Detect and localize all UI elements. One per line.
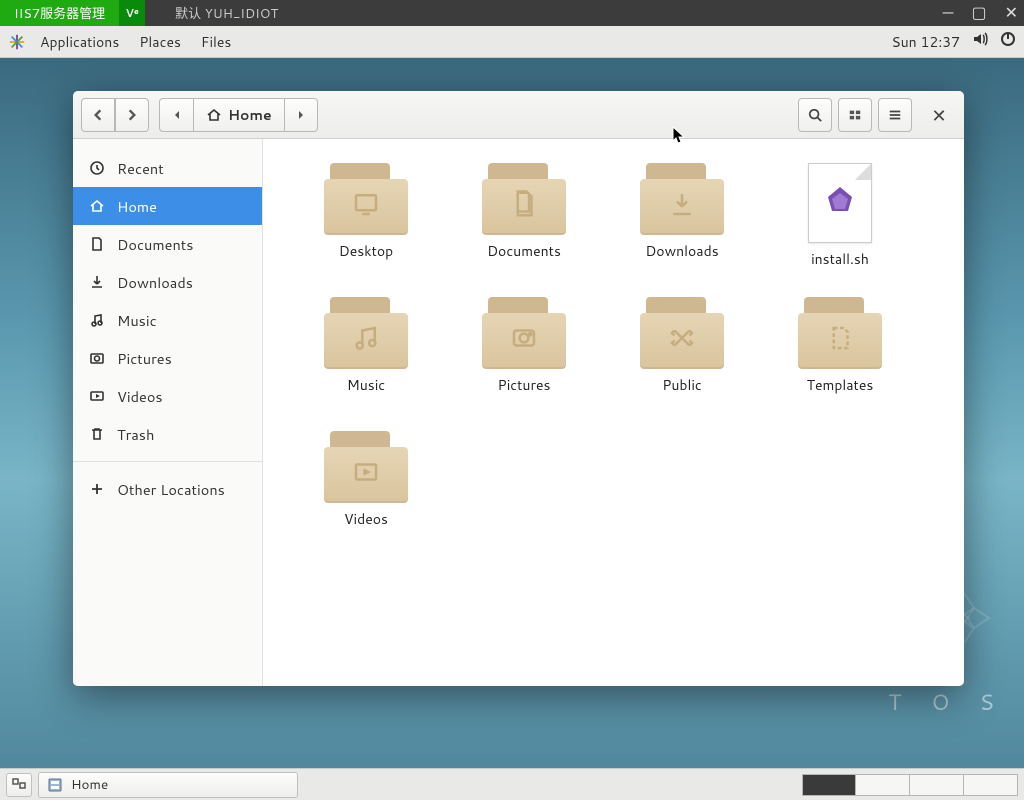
sidebar-item-home[interactable]: Home — [73, 187, 262, 225]
power-icon[interactable] — [1000, 31, 1016, 52]
distro-logo-icon — [8, 33, 26, 51]
vnc-logo-icon: Ve — [119, 0, 145, 26]
sidebar-label: Videos — [117, 386, 163, 407]
distro-brand-text: T O S — [888, 687, 1006, 718]
workspace-4[interactable] — [964, 774, 1018, 796]
folder-icon — [324, 297, 408, 369]
sidebar-item-pictures[interactable]: Pictures — [73, 339, 262, 377]
folder-icon — [482, 297, 566, 369]
workspace-switcher[interactable] — [802, 774, 1018, 796]
sidebar-label: Downloads — [117, 272, 193, 293]
folder-icon — [482, 163, 566, 235]
script-file-icon — [808, 163, 872, 243]
remote-manager-bar: IIS7服务器管理 Ve 默认 YUH_IDIOT — ▢ ✕ — [0, 0, 1024, 26]
folder-icon — [798, 297, 882, 369]
folder-downloads[interactable]: Downloads — [603, 159, 761, 293]
folder-pictures[interactable]: Pictures — [445, 293, 603, 427]
file-manager-content[interactable]: Desktop Documents Downloads — [263, 139, 964, 686]
close-button[interactable]: ✕ — [1005, 5, 1018, 21]
nav-forward-button[interactable] — [115, 98, 149, 132]
minimize-button[interactable]: — — [943, 5, 954, 21]
file-label: Downloads — [645, 241, 718, 261]
folder-desktop[interactable]: Desktop — [287, 159, 445, 293]
sidebar-item-music[interactable]: Music — [73, 301, 262, 339]
iis7-label: IIS7服务器管理 — [0, 0, 119, 26]
folder-public[interactable]: Public — [603, 293, 761, 427]
folder-icon — [640, 163, 724, 235]
file-label: install.sh — [811, 249, 869, 269]
sidebar-label: Music — [117, 310, 157, 331]
sidebar-item-other-locations[interactable]: Other Locations — [73, 470, 262, 508]
file-cabinet-icon — [47, 777, 63, 793]
folder-documents[interactable]: Documents — [445, 159, 603, 293]
sidebar-label: Other Locations — [117, 479, 225, 500]
show-desktop-button[interactable] — [6, 773, 32, 797]
taskbar-item-label: Home — [71, 775, 108, 794]
folder-icon — [640, 297, 724, 369]
file-manager-sidebar: Recent Home Documents Downloads Music — [73, 139, 263, 686]
file-label: Templates — [807, 375, 874, 395]
folder-icon — [324, 163, 408, 235]
sidebar-label: Documents — [117, 234, 193, 255]
workspace-2[interactable] — [856, 774, 910, 796]
remote-window-title: 默认 YUH_IDIOT — [145, 3, 278, 23]
hamburger-menu-button[interactable] — [878, 98, 912, 132]
file-label: Public — [662, 375, 702, 395]
maximize-button[interactable]: ▢ — [971, 5, 986, 21]
applications-menu[interactable]: Applications — [30, 32, 129, 52]
window-close-button[interactable]: ✕ — [922, 98, 956, 132]
file-label: Music — [347, 375, 385, 395]
file-label: Documents — [487, 241, 561, 261]
sidebar-item-documents[interactable]: Documents — [73, 225, 262, 263]
sidebar-label: Pictures — [117, 348, 172, 369]
file-label: Desktop — [339, 241, 393, 261]
folder-videos[interactable]: Videos — [287, 427, 445, 561]
search-button[interactable] — [798, 98, 832, 132]
file-install-sh[interactable]: install.sh — [761, 159, 919, 293]
taskbar-item-home[interactable]: Home — [38, 772, 298, 798]
sidebar-item-videos[interactable]: Videos — [73, 377, 262, 415]
file-manager-toolbar: Home ✕ — [73, 91, 964, 139]
file-manager-window: Home ✕ Recent — [73, 91, 964, 686]
view-toggle-button[interactable] — [838, 98, 872, 132]
desktop[interactable]: T O S Home — [0, 58, 1024, 768]
sidebar-item-recent[interactable]: Recent — [73, 149, 262, 187]
bottom-taskbar: Home — [0, 768, 1024, 800]
folder-music[interactable]: Music — [287, 293, 445, 427]
places-menu[interactable]: Places — [129, 32, 191, 52]
clock[interactable]: Sun 12:37 — [891, 32, 960, 52]
files-menu[interactable]: Files — [191, 32, 241, 52]
nav-back-button[interactable] — [81, 98, 115, 132]
workspace-3[interactable] — [910, 774, 964, 796]
path-home-label: Home — [228, 105, 272, 125]
sidebar-item-trash[interactable]: Trash — [73, 415, 262, 453]
path-prev-button[interactable] — [159, 98, 193, 132]
path-home-button[interactable]: Home — [193, 98, 284, 132]
gnome-top-panel: Applications Places Files Sun 12:37 — [0, 26, 1024, 58]
folder-templates[interactable]: Templates — [761, 293, 919, 427]
path-next-button[interactable] — [284, 98, 318, 132]
sidebar-label: Home — [117, 196, 157, 217]
file-label: Pictures — [498, 375, 551, 395]
sidebar-item-downloads[interactable]: Downloads — [73, 263, 262, 301]
sidebar-label: Recent — [117, 158, 164, 179]
folder-icon — [324, 431, 408, 503]
file-label: Videos — [344, 509, 388, 529]
volume-icon[interactable] — [972, 31, 988, 52]
sidebar-label: Trash — [117, 424, 154, 445]
workspace-1[interactable] — [802, 774, 856, 796]
